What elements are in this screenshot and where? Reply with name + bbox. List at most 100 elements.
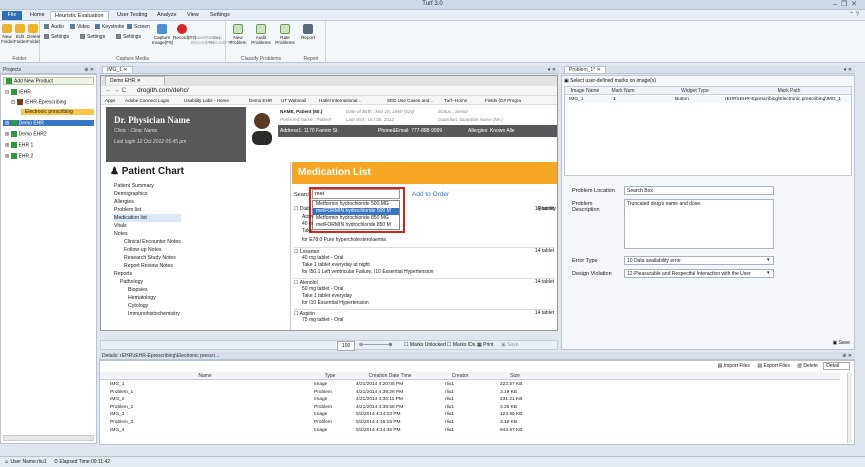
- save-problem-button[interactable]: ▣ Save: [832, 340, 850, 346]
- file-row[interactable]: Problem_3 Problem 5/2/2014 4:16:15 PM rliu1…: [100, 419, 840, 426]
- tab-view[interactable]: View: [183, 11, 203, 20]
- tab-user-testing[interactable]: User Testing: [113, 11, 151, 20]
- address-bar[interactable]: drogith.com/dehc/: [137, 86, 189, 96]
- col-widget-type[interactable]: Widget Type: [665, 87, 725, 95]
- med-entry-1[interactable]: ☐ Diab: [294, 206, 310, 212]
- file-row[interactable]: IMG_4 Image 5/2/2014 4:14:36 PM rliu1 943.87…: [100, 427, 840, 434]
- details-scrollbar[interactable]: [847, 373, 852, 443]
- tree-item-rehr-eprescribing[interactable]: ⊟ rEHR-Eprescribing: [11, 99, 66, 105]
- col-image-name[interactable]: Image Name: [567, 87, 603, 95]
- col-type[interactable]: Type: [310, 372, 350, 380]
- pin-close-icon[interactable]: ⊕ ✕: [84, 66, 94, 74]
- col-mark-path[interactable]: Mark Path: [725, 87, 853, 95]
- bookmark-sed[interactable]: SED Use Cases and...: [387, 98, 433, 103]
- chart-item[interactable]: Immunohistochemistry: [114, 310, 181, 318]
- tab-heuristic-evaluation[interactable]: Heuristic Evaluation: [50, 11, 109, 20]
- bookmark-apps[interactable]: Apps: [105, 98, 115, 103]
- col-creator[interactable]: Creator: [435, 372, 485, 380]
- tree-item-demo-ehr[interactable]: ⊞ Demo EHR: [3, 120, 94, 127]
- audio-settings-button[interactable]: Settings: [44, 34, 69, 40]
- design-violation-select[interactable]: 12-Pleasurable and Respectful Interactio…: [624, 269, 774, 278]
- report-button[interactable]: Report: [298, 24, 318, 40]
- add-new-product-button[interactable]: Add New Product: [3, 77, 94, 86]
- error-type-select[interactable]: 10 Data availability error: [624, 256, 774, 265]
- tab-home[interactable]: Home: [26, 11, 49, 20]
- bookmark-fields[interactable]: Fields (C# Progra: [485, 98, 521, 103]
- audio-checkbox[interactable]: Audio: [44, 24, 64, 30]
- col-mark-num[interactable]: Mark Num: [605, 87, 641, 95]
- file-row[interactable]: IMG_1 Image 4/21/2014 4:20:05 PM rliu1 223.5…: [100, 381, 840, 388]
- tree-item-ehr-1[interactable]: ⊞ EHR 1: [5, 142, 33, 148]
- tree-item-rehr[interactable]: ⊟ rEHR: [5, 89, 31, 95]
- new-problem-button[interactable]: New Problem: [228, 24, 248, 45]
- chart-item[interactable]: Vitals: [114, 222, 181, 230]
- save-image-button[interactable]: ▣ Save: [501, 341, 519, 349]
- print-button[interactable]: ▦ Print: [477, 341, 493, 349]
- chart-item[interactable]: Clinical Encounter Notes: [114, 238, 181, 246]
- chart-item[interactable]: Research Study Notes: [114, 254, 181, 262]
- tab-analyze[interactable]: Analyze: [153, 11, 181, 20]
- col-creation-date[interactable]: Creation Date Time: [350, 372, 430, 380]
- chart-item[interactable]: Allergies: [114, 198, 181, 206]
- doc-tab-img1[interactable]: IMG_1 ✕: [102, 66, 133, 74]
- import-files-button[interactable]: ▤ Import Files: [718, 363, 750, 369]
- file-row[interactable]: IMG_2 Image 4/21/2014 4:36:11 PM rliu1 231.2…: [100, 396, 840, 403]
- chart-item[interactable]: Problem list: [114, 206, 181, 214]
- screen-settings-button[interactable]: Settings: [116, 34, 141, 40]
- chart-item[interactable]: Hematology: [114, 294, 181, 302]
- chart-item[interactable]: Follow-up Notes: [114, 246, 181, 254]
- med-entry-4[interactable]: ☐ Aspirin: [294, 309, 554, 317]
- video-settings-button[interactable]: Settings: [80, 34, 105, 40]
- bookmark-ut-webmail[interactable]: UT Webmail: [281, 98, 306, 103]
- chart-item[interactable]: Pathology: [114, 278, 181, 286]
- delete-folder-button[interactable]: Delete Folder: [27, 24, 40, 44]
- browser-tab[interactable]: Demo EHR ✕: [105, 76, 165, 85]
- help-icon[interactable]: ⌃ ?: [849, 11, 859, 18]
- bookmark-adobe[interactable]: Adobe Connect Login: [125, 98, 169, 103]
- delete-files-button[interactable]: ▥ Delete: [797, 363, 818, 369]
- chart-item[interactable]: Report Review Notes: [114, 262, 181, 270]
- problem-description-textarea[interactable]: Truncated drug's name and dose.: [624, 199, 774, 249]
- zoom-slider[interactable]: ⊖—————⊕: [359, 341, 392, 349]
- stop-record-button[interactable]: Stop Record(F9): [209, 24, 232, 45]
- bookmark-demo-ehr[interactable]: Demo EHR: [249, 98, 272, 103]
- export-files-button[interactable]: ▤ Export Files: [757, 363, 790, 369]
- zoom-select[interactable]: 100: [337, 341, 356, 351]
- med-entry-3[interactable]: ☐ Atenolol: [294, 278, 554, 286]
- tree-item-electronic-prescribing[interactable]: Electronic prescribing: [21, 109, 94, 115]
- add-to-order-button[interactable]: Add to Order: [412, 191, 449, 198]
- window-controls[interactable]: –❐✕: [833, 0, 861, 8]
- capture-image-button[interactable]: Capture Image(F5): [152, 24, 173, 45]
- view-mode-select[interactable]: Detail: [823, 362, 850, 370]
- col-name[interactable]: Name: [100, 372, 310, 380]
- mark-row[interactable]: IMG_1 1 Button rEHR\rEHR-Eprescribing\El…: [565, 96, 851, 103]
- chart-item-selected[interactable]: Medication list: [114, 214, 181, 222]
- marks-unlocked-checkbox[interactable]: ☐ Marks Unlocked: [404, 341, 446, 349]
- chart-item[interactable]: Reports: [114, 270, 181, 278]
- edit-folder-button[interactable]: Edit Folder: [14, 24, 27, 44]
- bookmark-turf[interactable]: Turf--Home: [444, 98, 467, 103]
- file-row[interactable]: Problem_1 Problem 4/21/2014 4:38:26 PM rliu…: [100, 389, 840, 396]
- med-entry-2[interactable]: ☐ Losartan: [294, 247, 554, 255]
- doc-close-icon[interactable]: ▾ ✕: [548, 66, 556, 74]
- chart-item[interactable]: Patient Summary: [114, 182, 181, 190]
- problem-tab[interactable]: Problem_1* ✕: [564, 66, 606, 74]
- tree-item-ehr-2[interactable]: ⊞ EHR 2: [5, 153, 33, 159]
- file-row[interactable]: IMG_3 Image 5/2/2014 4:14:03 PM rliu1 123.95…: [100, 411, 840, 418]
- file-row[interactable]: Problem_2 Problem 4/21/2014 4:38:58 PM rliu…: [100, 404, 840, 411]
- marks-ids-checkbox[interactable]: ☐ Marks IDs: [447, 341, 475, 349]
- tab-file[interactable]: File: [2, 11, 22, 20]
- bookmark-usability[interactable]: Usability Labs - Home: [184, 98, 229, 103]
- horizontal-scrollbar[interactable]: [3, 435, 94, 441]
- chart-item[interactable]: Demographics: [114, 190, 181, 198]
- record-button[interactable]: Record(F7): [173, 24, 196, 40]
- col-size[interactable]: Size: [495, 372, 535, 380]
- nav-arrows-icon[interactable]: ← → C: [105, 86, 126, 96]
- video-checkbox[interactable]: Video: [70, 24, 90, 30]
- problem-location-input[interactable]: Search Box: [624, 186, 774, 195]
- details-close-icon[interactable]: ⊕ ✕: [842, 352, 852, 360]
- new-folder-button[interactable]: New Folder: [1, 24, 14, 44]
- keystroke-checkbox[interactable]: Keystroke: [95, 24, 124, 30]
- chart-item[interactable]: Biopsies: [114, 286, 181, 294]
- pause-record-button[interactable]: Pause/Restart Record(F8): [191, 24, 220, 45]
